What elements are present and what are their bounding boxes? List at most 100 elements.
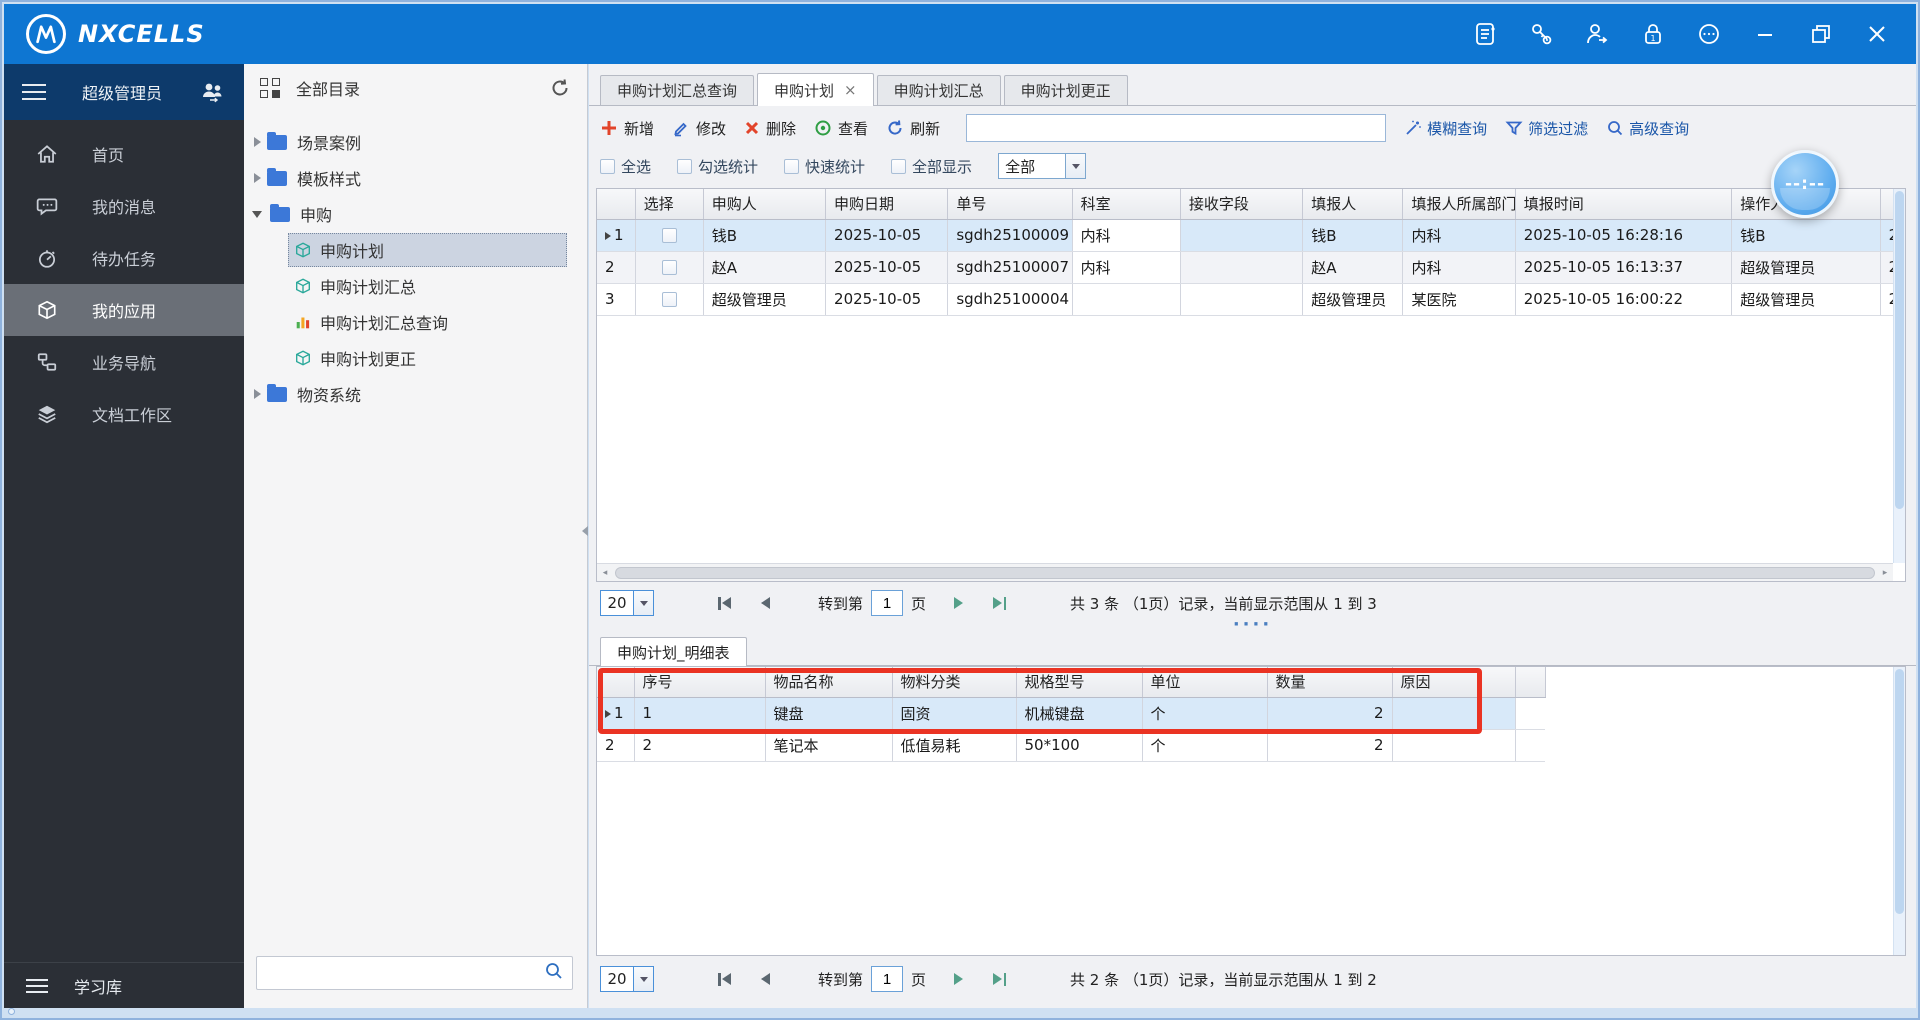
column-header-fill-time[interactable]: 填报时间 <box>1515 189 1732 219</box>
checkbox-icon[interactable] <box>677 159 692 174</box>
vertical-scrollbar[interactable] <box>1893 189 1905 563</box>
tab-purchase-plan-detail[interactable]: 申购计划_明细表 <box>600 637 747 666</box>
log-list-icon[interactable] <box>1472 21 1498 47</box>
sidebar-item-doc-workspace[interactable]: 文档工作区 <box>4 388 244 440</box>
show-all-checkbox[interactable]: 全部显示 <box>891 156 972 177</box>
filter-button[interactable]: 筛选过滤 <box>1505 118 1588 139</box>
table-row[interactable]: 1 钱B 2025-10-05 sgdh25100009 内科 钱B 内科 20… <box>597 219 1906 251</box>
tab-purchase-plan[interactable]: 申购计划× <box>757 73 874 106</box>
row-checkbox[interactable] <box>662 260 677 275</box>
chevron-right-icon[interactable] <box>254 137 261 147</box>
sidebar-item-learning-library[interactable]: 学习库 <box>4 962 244 1008</box>
dropdown-arrow-icon[interactable] <box>1065 154 1085 178</box>
column-header-filler-dept[interactable]: 填报人所属部门 <box>1403 189 1515 219</box>
prev-page-button[interactable] <box>761 597 770 609</box>
tree-search-input[interactable] <box>257 957 544 989</box>
panel-collapse-icon[interactable] <box>582 526 588 536</box>
column-header-unit[interactable]: 单位 <box>1142 667 1267 697</box>
scroll-right-icon[interactable]: ▸ <box>1877 565 1893 581</box>
column-header-seq[interactable]: 序号 <box>634 667 765 697</box>
key-settings-icon[interactable] <box>1528 21 1554 47</box>
column-header-receive-field[interactable]: 接收字段 <box>1180 189 1302 219</box>
delete-button[interactable]: 删除 <box>744 118 796 139</box>
tab-close-icon[interactable]: × <box>844 81 857 99</box>
next-page-button[interactable] <box>954 597 963 609</box>
sidebar-item-business-nav[interactable]: 业务导航 <box>4 336 244 388</box>
column-header-spec-model[interactable]: 规格型号 <box>1016 667 1142 697</box>
view-button[interactable]: 查看 <box>814 118 868 139</box>
tree-node-template-styles[interactable]: 模板样式 <box>244 160 587 196</box>
splitter-handle[interactable]: ···· <box>589 620 1916 632</box>
vertical-scrollbar[interactable] <box>1893 667 1905 955</box>
scroll-left-icon[interactable]: ◂ <box>597 565 613 581</box>
tab-purchase-plan-summary-query[interactable]: 申购计划汇总查询 <box>600 75 754 105</box>
more-options-icon[interactable] <box>1696 21 1722 47</box>
column-header-order-no[interactable]: 单号 <box>948 189 1072 219</box>
tree-node-material-system[interactable]: 物资系统 <box>244 376 587 412</box>
scope-select[interactable]: 全部 <box>998 153 1086 179</box>
switch-role-icon[interactable] <box>200 79 226 105</box>
tree-node-purchase-plan-correction[interactable]: 申购计划更正 <box>244 340 587 376</box>
horizontal-scrollbar[interactable]: ◂ ▸ <box>597 563 1893 581</box>
row-checkbox[interactable] <box>662 228 677 243</box>
checkbox-icon[interactable] <box>891 159 906 174</box>
table-row[interactable]: 2 2 笔记本 低值易耗 50*100 个 2 <box>597 729 1545 761</box>
restore-button[interactable] <box>1808 21 1834 47</box>
first-page-button[interactable] <box>718 973 731 986</box>
last-page-button[interactable] <box>993 597 1006 610</box>
column-header-quantity[interactable]: 数量 <box>1267 667 1392 697</box>
column-header-reason[interactable]: 原因 <box>1392 667 1515 697</box>
dropdown-arrow-icon[interactable] <box>633 591 653 615</box>
column-header-item-name[interactable]: 物品名称 <box>765 667 892 697</box>
add-button[interactable]: 新增 <box>600 118 654 139</box>
next-page-button[interactable] <box>954 973 963 985</box>
fuzzy-query-button[interactable]: 模糊查询 <box>1404 118 1487 139</box>
floating-clock-widget[interactable]: --:-- <box>1771 150 1839 218</box>
switch-user-icon[interactable] <box>1584 21 1610 47</box>
checked-stats-checkbox[interactable]: 勾选统计 <box>677 156 758 177</box>
column-header-select[interactable]: 选择 <box>635 189 703 219</box>
checkbox-icon[interactable] <box>600 159 615 174</box>
column-header-material-type[interactable]: 物料分类 <box>892 667 1016 697</box>
first-page-button[interactable] <box>718 597 731 610</box>
column-header-date[interactable]: 申购日期 <box>826 189 948 219</box>
tree-node-purchase-plan-summary-query[interactable]: 申购计划汇总查询 <box>244 304 587 340</box>
column-header-applicant[interactable]: 申购人 <box>703 189 825 219</box>
search-icon[interactable] <box>544 961 564 985</box>
tree-node-purchase-plan[interactable]: 申购计划 <box>244 232 587 268</box>
sidebar-item-messages[interactable]: 我的消息 <box>4 180 244 232</box>
column-header-filler[interactable]: 填报人 <box>1303 189 1403 219</box>
tab-purchase-plan-correction[interactable]: 申购计划更正 <box>1004 75 1128 105</box>
sidebar-item-todo[interactable]: 待办任务 <box>4 232 244 284</box>
scrollbar-thumb[interactable] <box>615 567 1875 579</box>
tree-node-purchase-plan-summary[interactable]: 申购计划汇总 <box>244 268 587 304</box>
menu-toggle-icon[interactable] <box>22 84 46 100</box>
chevron-down-icon[interactable] <box>252 211 262 218</box>
page-number-input[interactable] <box>871 966 903 992</box>
select-all-checkbox[interactable]: 全选 <box>600 156 651 177</box>
minimize-button[interactable] <box>1752 21 1778 47</box>
edit-button[interactable]: 修改 <box>672 118 726 139</box>
row-checkbox[interactable] <box>662 292 677 307</box>
dropdown-arrow-icon[interactable] <box>633 967 653 991</box>
sidebar-item-my-apps[interactable]: 我的应用 <box>4 284 244 336</box>
checkbox-icon[interactable] <box>784 159 799 174</box>
lock-icon[interactable]: 1 <box>1640 21 1666 47</box>
table-row[interactable]: 3 超级管理员 2025-10-05 sgdh25100004 超级管理员 某医… <box>597 283 1906 315</box>
page-size-select[interactable]: 20 <box>600 590 654 616</box>
last-page-button[interactable] <box>993 973 1006 986</box>
tree-node-scenario-cases[interactable]: 场景案例 <box>244 124 587 160</box>
quick-stats-checkbox[interactable]: 快速统计 <box>784 156 865 177</box>
tab-purchase-plan-summary[interactable]: 申购计划汇总 <box>877 75 1001 105</box>
column-header-department[interactable]: 科室 <box>1072 189 1180 219</box>
prev-page-button[interactable] <box>761 973 770 985</box>
table-row[interactable]: 2 赵A 2025-10-05 sgdh25100007 内科 赵A 内科 20… <box>597 251 1906 283</box>
sidebar-item-home[interactable]: 首页 <box>4 128 244 180</box>
resize-grip[interactable] <box>8 1008 15 1015</box>
chevron-right-icon[interactable] <box>254 173 261 183</box>
quick-search-input[interactable] <box>966 114 1386 142</box>
page-number-input[interactable] <box>871 590 903 616</box>
page-size-select[interactable]: 20 <box>600 966 654 992</box>
table-row[interactable]: 1 1 键盘 固资 机械键盘 个 2 <box>597 697 1545 729</box>
close-button[interactable] <box>1864 21 1890 47</box>
